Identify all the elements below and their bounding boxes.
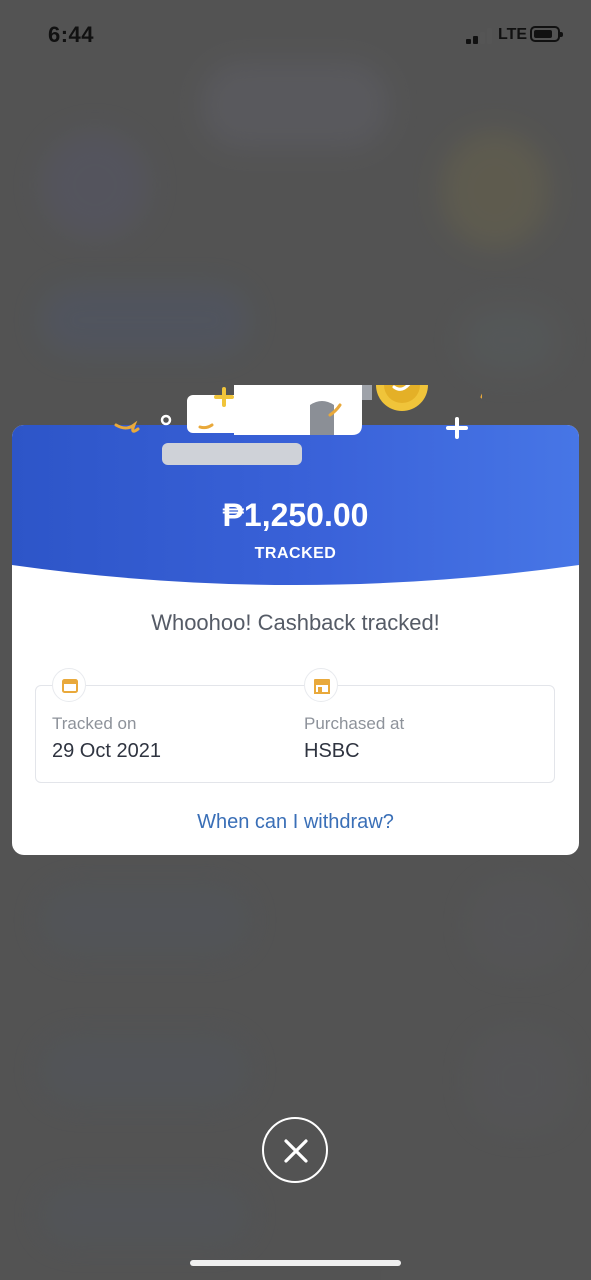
network-type: LTE (498, 26, 528, 43)
purchase-details-box: Tracked on 29 Oct 2021 Purchased at HSBC (35, 668, 555, 784)
status-time: 6:44 (48, 22, 95, 47)
cashback-card: ₱1,250.00 TRACKED Whoohoo! Cashback trac… (12, 385, 579, 855)
store-icon (304, 668, 338, 702)
status-bar: 6:44 LTE (0, 0, 591, 70)
close-icon (284, 1139, 308, 1163)
withdraw-info-link[interactable]: When can I withdraw? (12, 811, 579, 834)
success-headline: Whoohoo! Cashback tracked! (151, 610, 440, 635)
amount-status-label: TRACKED (254, 545, 337, 562)
purchased-at-label: Purchased at (304, 714, 405, 733)
home-indicator[interactable] (190, 1260, 401, 1266)
calendar-icon (52, 668, 86, 702)
purchased-at-column: Purchased at HSBC (304, 668, 544, 784)
tracked-on-column: Tracked on 29 Oct 2021 (52, 668, 292, 784)
battery-icon (530, 26, 563, 42)
tracked-on-label: Tracked on (52, 714, 137, 733)
close-button[interactable] (262, 1117, 328, 1183)
receipt-coin-illustration (114, 385, 482, 465)
signal-bars-icon (466, 28, 494, 44)
purchased-at-value: HSBC (304, 740, 360, 762)
tracked-on-value: 29 Oct 2021 (52, 740, 161, 762)
